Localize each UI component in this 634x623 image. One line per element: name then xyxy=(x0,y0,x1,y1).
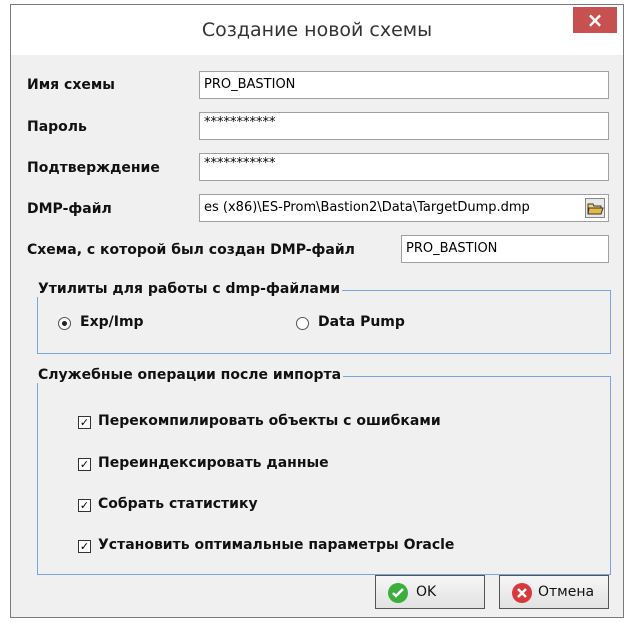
title-bar[interactable]: Создание новой схемы × xyxy=(11,5,623,55)
cancel-button-label: Отмена xyxy=(538,584,595,600)
folder-open-icon[interactable] xyxy=(585,198,605,218)
cancel-circle-icon xyxy=(512,583,532,603)
utilities-group: Утилиты для работы с dmp-файлами Exp/Imp… xyxy=(36,281,611,354)
dialog-window: Создание новой схемы × Имя схемы PRO_BAS… xyxy=(10,4,624,618)
checkbox-oracle-params-label[interactable]: Установить оптимальные параметры Oracle xyxy=(98,537,454,553)
checkbox-recompile[interactable]: ✓ xyxy=(78,416,91,429)
checkbox-reindex-label[interactable]: Переиндексировать данные xyxy=(98,455,329,471)
ok-button[interactable]: OK xyxy=(375,575,485,609)
checkbox-recompile-label[interactable]: Перекомпилировать объекты с ошибками xyxy=(98,413,441,429)
utilities-group-title: Утилиты для работы с dmp-файлами xyxy=(36,281,343,297)
radio-data-pump[interactable] xyxy=(296,317,309,330)
radio-exp-imp[interactable] xyxy=(58,317,71,330)
password-label: Пароль xyxy=(27,119,87,135)
ok-button-label: OK xyxy=(416,584,437,600)
confirm-label: Подтверждение xyxy=(27,160,160,176)
close-button[interactable]: × xyxy=(573,7,617,33)
source-schema-input[interactable]: PRO_BASTION xyxy=(401,235,609,263)
window-title: Создание новой схемы xyxy=(201,19,433,41)
dmp-file-input[interactable]: es (x86)\ES-Prom\Bastion2\Data\TargetDum… xyxy=(199,194,609,222)
dmp-file-path: es (x86)\ES-Prom\Bastion2\Data\TargetDum… xyxy=(204,200,530,215)
checkbox-oracle-params[interactable]: ✓ xyxy=(78,540,91,553)
checkbox-statistics[interactable]: ✓ xyxy=(78,499,91,512)
schema-name-input[interactable]: PRO_BASTION xyxy=(199,71,609,99)
checkbox-statistics-label[interactable]: Собрать статистику xyxy=(98,496,258,512)
post-import-group-title: Служебные операции после импорта xyxy=(36,367,344,383)
cancel-button[interactable]: Отмена xyxy=(499,575,609,609)
post-import-group: Служебные операции после импорта ✓ Перек… xyxy=(36,367,611,575)
dmp-file-label: DMP-файл xyxy=(27,201,112,217)
password-input[interactable]: *********** xyxy=(199,112,609,140)
confirm-password-input[interactable]: *********** xyxy=(199,153,609,181)
radio-exp-imp-label[interactable]: Exp/Imp xyxy=(80,314,144,330)
schema-name-label: Имя схемы xyxy=(27,77,115,93)
checkbox-reindex[interactable]: ✓ xyxy=(78,458,91,471)
check-circle-icon xyxy=(388,583,408,603)
radio-data-pump-label[interactable]: Data Pump xyxy=(318,314,405,330)
source-schema-label: Схема, с которой был создан DMP-файл xyxy=(27,242,355,258)
